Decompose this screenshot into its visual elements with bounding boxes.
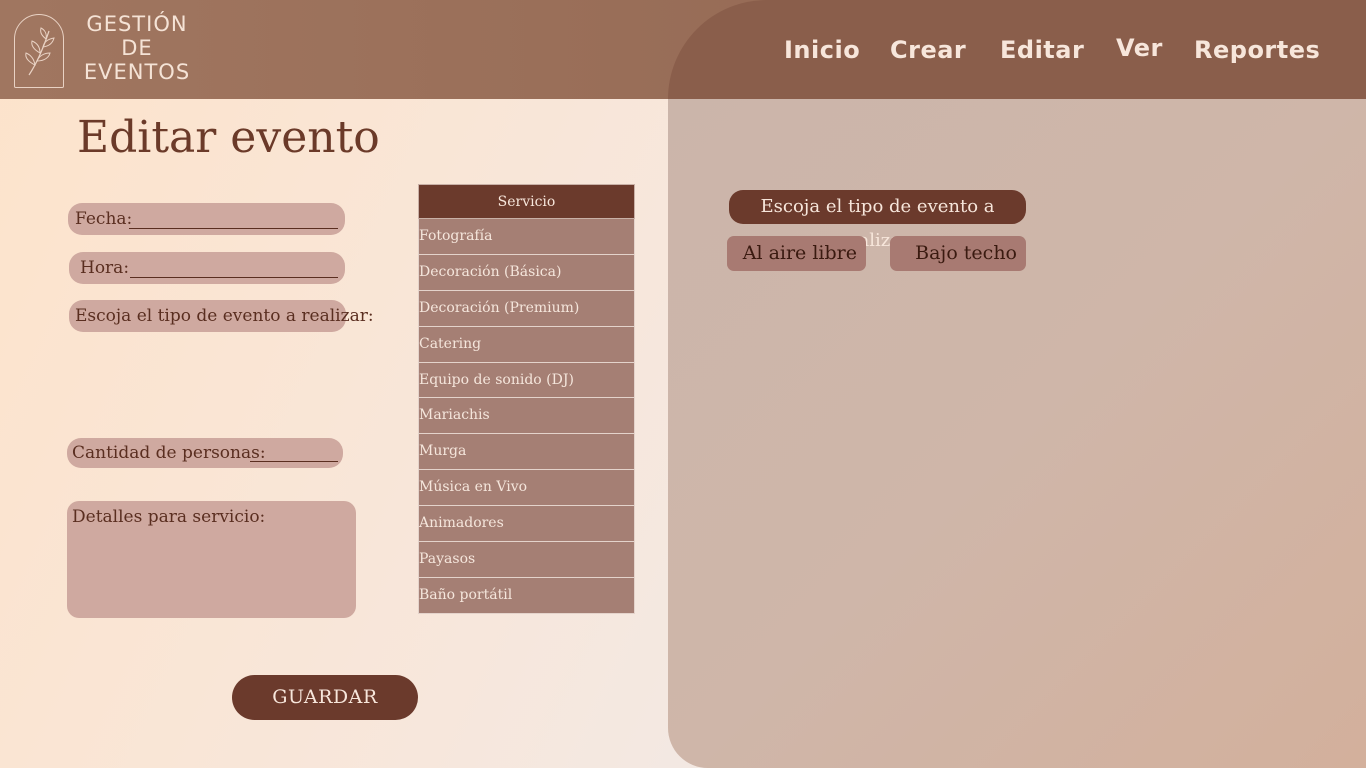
tipo-evento-label: Escoja el tipo de evento a realizar: — [75, 306, 374, 326]
service-row[interactable]: Decoración (Premium) — [418, 290, 635, 327]
nav-inicio[interactable]: Inicio — [784, 36, 860, 64]
service-row[interactable]: Fotografía — [418, 219, 635, 255]
hora-field[interactable]: Hora: — [69, 252, 345, 284]
cantidad-label: Cantidad de personas: — [72, 443, 266, 463]
fecha-field[interactable]: Fecha: — [68, 203, 345, 235]
service-row[interactable]: Catering — [418, 326, 635, 363]
service-row[interactable]: Baño portátil — [418, 577, 635, 614]
page-title: Editar evento — [77, 112, 380, 163]
logo-line-1: GESTIÓN — [86, 12, 188, 36]
logo-line-2: DE — [121, 36, 153, 60]
header-bar: GESTIÓN DE EVENTOS Inicio Crear Editar V… — [0, 0, 1366, 99]
hora-input-line[interactable] — [130, 277, 338, 278]
nav-editar[interactable]: Editar — [1000, 36, 1084, 64]
service-row[interactable]: Animadores — [418, 506, 635, 543]
event-type-label: Escoja el tipo de evento a realizar: — [729, 190, 1026, 251]
service-row[interactable]: Payasos — [418, 542, 635, 578]
service-row[interactable]: Equipo de sonido (DJ) — [418, 362, 635, 399]
tipo-evento-label-box: Escoja el tipo de evento a realizar: — [69, 300, 374, 332]
logo-emblem — [14, 14, 64, 88]
leaf-branch-icon — [25, 27, 55, 76]
save-button[interactable]: GUARDAR — [232, 675, 418, 720]
service-row[interactable]: Murga — [418, 434, 635, 471]
logo-text: GESTIÓN DE EVENTOS — [72, 12, 202, 84]
nav-ver[interactable]: Ver — [1116, 34, 1163, 62]
service-row[interactable]: Música en Vivo — [418, 470, 635, 507]
detalles-field[interactable]: Detalles para servicio: — [67, 501, 356, 618]
detalles-label: Detalles para servicio: — [72, 507, 266, 527]
logo-line-3: EVENTOS — [83, 60, 191, 84]
service-row[interactable]: Decoración (Básica) — [418, 254, 635, 291]
hora-label: Hora: — [80, 258, 130, 278]
option-aire-libre[interactable]: Al aire libre — [727, 236, 866, 271]
services-table: Servicio Fotografía Decoración (Básica) … — [418, 184, 635, 614]
cantidad-input-line[interactable] — [250, 461, 338, 462]
services-header: Servicio — [418, 184, 635, 219]
nav-panel: Inicio Crear Editar Ver Reportes — [668, 0, 1366, 99]
service-row[interactable]: Mariachis — [418, 398, 635, 435]
fecha-label: Fecha: — [75, 209, 133, 229]
nav-crear[interactable]: Crear — [890, 36, 966, 64]
nav-reportes[interactable]: Reportes — [1194, 36, 1320, 64]
fecha-input-line[interactable] — [129, 228, 338, 229]
option-bajo-techo[interactable]: Bajo techo — [890, 236, 1026, 271]
cantidad-field[interactable]: Cantidad de personas: — [67, 438, 343, 468]
